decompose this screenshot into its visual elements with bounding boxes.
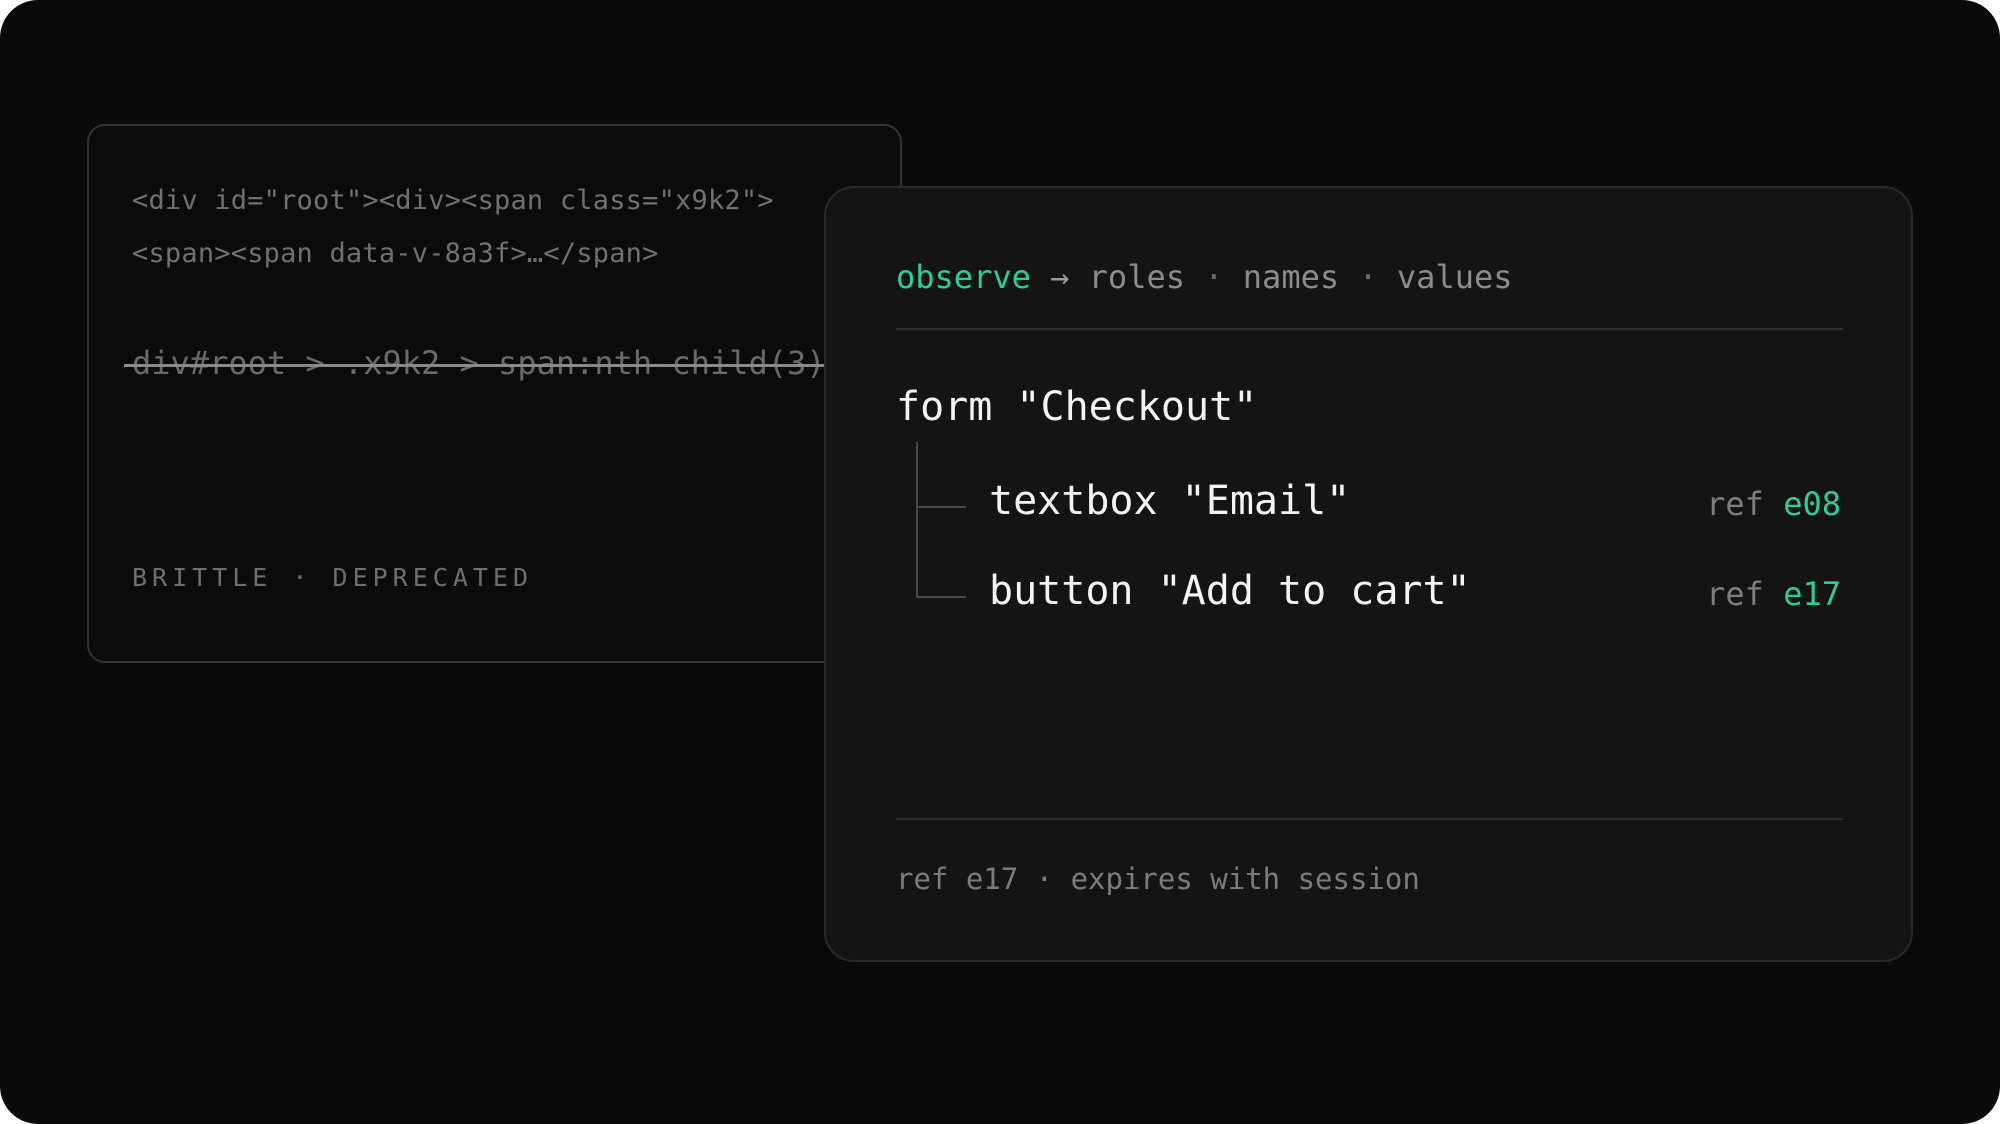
ref-prefix: ref (1706, 485, 1764, 523)
deprecated-footer-label: BRITTLE · DEPRECATED (132, 563, 534, 592)
ref-id: e08 (1783, 485, 1841, 523)
tree-root-form: form "Checkout" (896, 384, 1258, 430)
raw-html-line-1: <div id="root"><div><span class="x9k2"> (132, 185, 774, 216)
separator-dot: · (1204, 258, 1224, 296)
canvas: <div id="root"><div><span class="x9k2"> … (0, 0, 2000, 1124)
css-selector-text: div#root > .x9k2 > span:nth-child(3) (132, 344, 826, 382)
tree-connector-branch (916, 596, 966, 598)
tree-connector-vertical (916, 442, 918, 597)
arrow-icon: → (1050, 258, 1070, 296)
header-divider (896, 328, 1843, 330)
strikethrough-line (124, 364, 866, 367)
deprecated-selector-card: <div id="root"><div><span class="x9k2"> … (87, 124, 902, 663)
observe-keyword: observe (896, 258, 1031, 296)
ref-tag-e08: ref e08 (1706, 485, 1841, 523)
ref-id: e17 (1783, 575, 1841, 613)
observe-card: observe → roles · names · values form "C… (824, 186, 1913, 962)
header-item-values: values (1396, 258, 1513, 296)
header-item-names: names (1242, 258, 1340, 296)
tree-node-textbox: textbox "Email" (989, 478, 1351, 524)
observe-header: observe → roles · names · values (896, 258, 1513, 296)
tree-node-button: button "Add to cart" (989, 568, 1471, 614)
footer-divider (896, 818, 1843, 820)
raw-html-line-2: <span><span data-v-8a3f>…</span> (132, 238, 659, 269)
ref-prefix: ref (1706, 575, 1764, 613)
ref-tag-e17: ref e17 (1706, 575, 1841, 613)
separator-dot: · (1358, 258, 1378, 296)
tree-connector-branch (916, 506, 966, 508)
observe-footer: ref e17 · expires with session (896, 862, 1420, 896)
css-selector: div#root > .x9k2 > span:nth-child(3) (124, 344, 866, 384)
header-item-roles: roles (1088, 258, 1185, 296)
